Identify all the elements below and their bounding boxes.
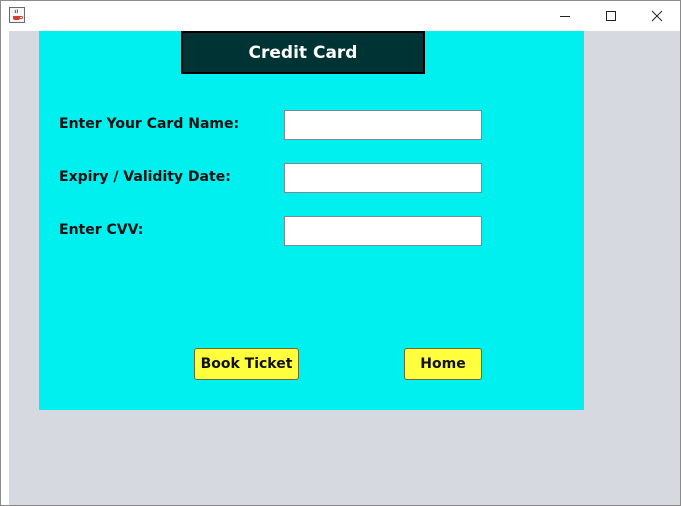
header-banner: Credit Card <box>181 31 425 74</box>
expiry-date-input[interactable] <box>284 163 482 193</box>
home-button[interactable]: Home <box>404 348 482 380</box>
page-title: Credit Card <box>248 42 358 63</box>
minimize-button[interactable] <box>542 1 588 31</box>
cvv-input[interactable] <box>284 216 482 246</box>
close-button[interactable] <box>634 1 680 31</box>
credit-card-panel: Credit Card Enter Your Card Name: Expiry… <box>39 31 584 410</box>
maximize-button[interactable] <box>588 1 634 31</box>
book-ticket-button[interactable]: Book Ticket <box>194 348 299 380</box>
app-window: Credit Card Enter Your Card Name: Expiry… <box>0 0 681 506</box>
content-area: Credit Card Enter Your Card Name: Expiry… <box>9 31 680 505</box>
expiry-date-label: Expiry / Validity Date: <box>59 169 231 185</box>
cvv-label: Enter CVV: <box>59 222 144 238</box>
card-name-input[interactable] <box>284 110 482 140</box>
maximize-icon <box>606 11 616 21</box>
close-icon <box>651 10 663 22</box>
card-name-label: Enter Your Card Name: <box>59 116 240 132</box>
java-cup-icon[interactable] <box>9 7 25 23</box>
minimize-icon <box>560 16 570 17</box>
title-bar[interactable] <box>1 1 680 31</box>
